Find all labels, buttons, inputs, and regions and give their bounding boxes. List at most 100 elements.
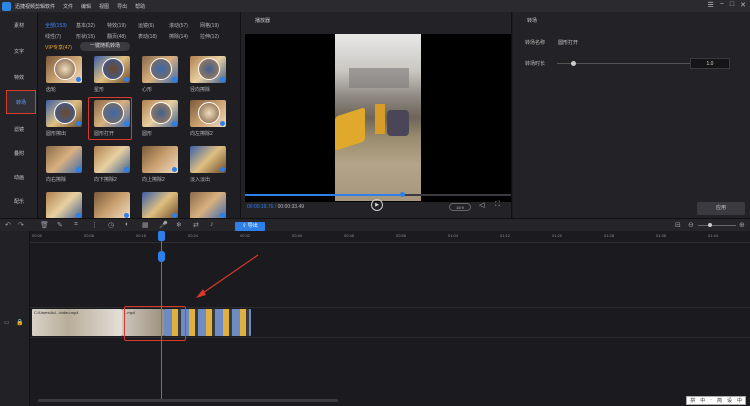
transition-thumb-label: 向右擦除 [46,177,67,183]
minimize-icon[interactable]: − [720,1,724,9]
transition-thumb[interactable] [94,192,130,219]
nav-item-effects[interactable]: 特效 [0,74,38,81]
playhead-handle[interactable] [158,231,165,241]
aspect-ratio-select[interactable]: 16:9 [449,203,471,211]
speed-icon[interactable]: ◷ [108,221,114,229]
download-icon[interactable] [220,167,225,172]
fit-icon[interactable]: ⊟ [675,221,681,229]
category-motion[interactable]: 表动(18) [138,33,169,40]
transition-thumb[interactable] [46,146,82,173]
redo-icon[interactable]: ↷ [18,221,24,229]
random-transition-button[interactable]: 一键随机转场 [80,42,130,51]
category-linear[interactable]: 线性(7) [45,33,76,40]
transition-name-value: 圆形打开 [558,40,579,46]
download-icon[interactable] [172,167,177,172]
nav-item-media[interactable]: 素材 [0,22,38,29]
menu-view[interactable]: 视图 [99,3,109,10]
category-all[interactable]: 全部(153) [45,22,76,29]
download-icon[interactable] [76,121,81,126]
transition-thumb[interactable] [142,146,178,173]
download-icon[interactable] [172,77,177,82]
zoom-slider[interactable] [698,223,736,227]
undo-icon[interactable]: ↶ [5,221,11,229]
category-stretch[interactable]: 拉伸(12) [200,33,231,40]
nav-item-text[interactable]: 文字 [0,48,38,55]
transition-thumb[interactable] [46,100,82,127]
split-icon[interactable]: ⋮ [91,221,98,229]
category-wipe[interactable]: 擦除(14) [169,33,200,40]
transition-thumb[interactable] [190,100,226,127]
download-icon[interactable] [76,77,81,82]
transition-thumb[interactable] [46,192,82,219]
transition-thumb[interactable] [142,192,178,219]
category-basic[interactable]: 基本(32) [76,22,107,29]
transition-thumb-label: 圆形擦出 [46,131,67,137]
transition-thumb[interactable] [46,56,82,83]
transition-thumb-label: 淡入淡出 [190,177,211,183]
mic-icon[interactable]: 🎤 [159,221,168,229]
duration-slider-handle[interactable] [571,61,576,66]
nav-item-music[interactable]: 配乐 [0,198,38,205]
menu-export[interactable]: 导出 [117,3,127,10]
zoom-in-icon[interactable]: ⊕ [739,221,745,229]
category-page[interactable]: 翻页(48) [107,33,138,40]
delete-icon[interactable]: 🗑 [40,221,49,229]
transition-thumb-label: 齿轮 [46,87,57,93]
download-icon[interactable] [220,77,225,82]
maximize-icon[interactable]: □ [730,1,734,9]
transition-thumb-label: 心形 [142,87,153,93]
apply-button[interactable]: 应用 [697,202,745,215]
mosaic-icon[interactable]: ▦ [142,221,149,229]
category-shape[interactable]: 形状(15) [76,33,107,40]
download-icon[interactable] [124,167,129,172]
menu-icon[interactable]: ☰ [708,1,714,9]
category-vip[interactable]: VIP专享(47) [45,44,72,51]
category-grid[interactable]: 网格(19) [200,22,231,29]
download-icon[interactable] [76,167,81,172]
download-icon[interactable] [124,77,129,82]
duration-input[interactable]: 1.0 [690,58,730,69]
transition-thumb[interactable] [190,56,226,83]
duration-slider[interactable] [557,61,697,66]
close-icon[interactable]: ✕ [740,1,746,9]
transition-thumb[interactable] [190,146,226,173]
transition-name-label: 转场名称 [525,40,546,46]
nav-item-transition[interactable]: 转场 [6,90,36,114]
download-icon[interactable] [220,121,225,126]
playback-progress[interactable] [245,192,511,197]
audio-icon[interactable]: ♪ [210,221,214,228]
menu-help[interactable]: 帮助 [135,3,145,10]
timeline-scrollbar[interactable] [38,399,338,402]
progress-handle[interactable] [399,192,405,197]
menu-edit[interactable]: 编辑 [81,3,91,10]
transition-thumb[interactable] [94,146,130,173]
playhead-marker[interactable] [158,251,165,262]
download-icon[interactable] [172,121,177,126]
volume-icon[interactable]: ◁ [479,201,484,209]
transition-properties: 转场 转场名称 圆形打开 转场时长 1.0 应用 [513,12,750,218]
selected-highlight [88,97,132,140]
crop-icon[interactable]: ⌗ [74,221,78,229]
video-preview[interactable] [245,34,511,202]
transition-thumb-label: 星形 [94,87,105,93]
nav-item-filters[interactable]: 滤镜 [0,126,38,133]
category-camera[interactable]: 运镜(6) [138,22,169,29]
category-scroll[interactable]: 滚动(57) [169,22,200,29]
transition-thumb[interactable] [142,100,178,127]
edit-icon[interactable]: ✎ [57,221,63,229]
export-button[interactable]: ⇪ 导出 [235,222,265,231]
transition-thumb[interactable] [190,192,226,219]
fullscreen-icon[interactable]: ⛶ [495,201,500,209]
freeze-icon[interactable]: ❄ [176,221,182,229]
nav-item-overlay[interactable]: 叠附 [0,150,38,157]
reverse-icon[interactable]: ⇄ [193,221,199,229]
nav-item-animation[interactable]: 动画 [0,174,38,181]
menu-file[interactable]: 文件 [63,3,73,10]
color-icon[interactable]: ◐ [125,221,129,228]
category-special[interactable]: 特效(19) [107,22,138,29]
transition-thumb[interactable] [142,56,178,83]
play-button[interactable]: ▶ [371,199,383,211]
duration-label: 转场时长 [525,61,546,67]
zoom-out-icon[interactable]: ⊖ [688,221,694,229]
transition-thumb[interactable] [94,56,130,83]
